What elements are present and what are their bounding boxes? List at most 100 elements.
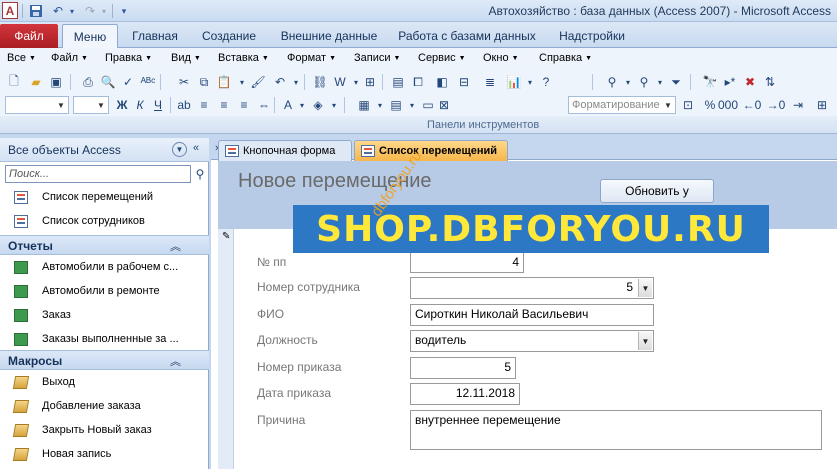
collapse-group-icon[interactable]: ︽ [170,353,181,369]
chevron-down-icon[interactable]: ▼ [638,279,652,297]
tab-file[interactable]: Файл [0,24,58,48]
underline-icon[interactable]: Ч [150,97,166,113]
align-right-icon[interactable]: ≡ [236,97,252,113]
menu-view[interactable]: Вид ▼ [171,52,201,64]
copy-icon[interactable]: ⧉ [196,74,212,90]
nav-item-macro[interactable]: Закрыть Новый заказ [0,419,209,443]
thousands-icon[interactable]: 000 [718,97,738,113]
nav-group-macros[interactable]: Макросы ︽ [0,350,209,370]
doc-tab-transfers[interactable]: Список перемещений [354,140,508,161]
order-date-field[interactable]: 12.11.2018 [410,383,520,405]
italic-icon[interactable]: К [132,97,148,113]
nav-item-report[interactable]: Автомобили в ремонте [0,280,209,304]
print-preview-icon[interactable]: 🔍 [100,74,116,90]
code-icon[interactable]: ⊟ [456,74,472,90]
object-combo[interactable]: ▼ [5,96,69,114]
hyperlink-icon[interactable]: ⛓ [312,74,328,90]
menu-file[interactable]: Файл ▼ [51,52,88,64]
new-file-icon[interactable]: 🗋 [6,74,22,90]
fill-color-dropdown-icon[interactable]: ▾ [326,97,342,113]
nav-item-form[interactable]: Список сотрудников [0,210,209,234]
tab-external-data[interactable]: Внешние данные [274,24,384,48]
print-icon[interactable]: ⎙ [80,74,96,90]
nav-pane-menu-icon[interactable]: ▼ [172,142,187,157]
nav-item-report[interactable]: Заказы выполненные за ... [0,328,209,352]
nav-item-report[interactable]: Заказ [0,304,209,328]
filter-dropdown-icon[interactable]: ▾ [620,74,636,90]
filter-by-form-icon[interactable]: ⚲ [636,74,652,90]
indent-icon[interactable]: ⇥ [790,97,806,113]
spelling-icon[interactable]: ✓ [120,74,136,90]
analyze-icon[interactable]: ⊞ [362,74,378,90]
delete-record-icon[interactable]: ✖ [742,74,758,90]
tab-addins[interactable]: Надстройки [552,24,632,48]
menu-edit[interactable]: Правка ▼ [105,52,152,64]
menu-help[interactable]: Справка ▼ [539,52,592,64]
spelling-abc-icon[interactable]: ᴬᴮᶜ [140,74,156,90]
borders-icon[interactable]: ▦ [356,97,372,113]
menu-format[interactable]: Формат ▼ [287,52,336,64]
tab-database-tools[interactable]: Работа с базами данных [394,24,540,48]
employee-no-combo[interactable]: 5 ▼ [410,277,654,299]
search-icon[interactable]: ⚲ [193,166,207,182]
nav-pane-header[interactable]: Все объекты Access ▼ « [0,138,209,162]
percent-icon[interactable]: % [702,97,718,113]
outdent-icon[interactable]: ⊞ [814,97,830,113]
save-icon[interactable] [28,3,44,19]
chart-icon[interactable]: 📊 [506,74,522,90]
tab-create[interactable]: Создание [194,24,264,48]
nav-item-macro[interactable]: Добавление заказа [0,395,209,419]
fio-field[interactable]: Сироткин Николай Васильевич [410,304,654,326]
formatting-combo[interactable]: Форматирование ▼ [568,96,676,114]
save-icon[interactable]: ▣ [48,74,64,90]
collapse-group-icon[interactable]: ︽ [170,238,181,254]
filter-form-dropdown-icon[interactable]: ▾ [652,74,668,90]
cut-icon[interactable]: ✂ [176,74,192,90]
chart-dropdown-icon[interactable]: ▾ [522,74,538,90]
gridlines-icon[interactable]: ▤ [388,97,404,113]
paste-dropdown-icon[interactable]: ▾ [234,74,250,90]
relationships-icon[interactable]: ⧠ [410,74,426,90]
text-direction-icon[interactable]: ⇔ [256,97,272,113]
tab-menu[interactable]: Меню [62,24,118,48]
redo-dropdown-icon[interactable]: ▾ [96,3,112,19]
increase-decimal-icon[interactable]: ←0 [743,97,762,113]
borders-dropdown-icon[interactable]: ▾ [372,97,388,113]
new-record-icon[interactable]: ▸* [722,74,738,90]
record-selector[interactable]: ✎ [218,229,234,469]
nav-item-form[interactable]: Список перемещений [0,186,209,210]
menu-insert[interactable]: Вставка ▼ [218,52,269,64]
special-effect-icon[interactable]: ▭ [420,97,436,113]
menu-tools[interactable]: Сервис ▼ [418,52,466,64]
decrease-decimal-icon[interactable]: →0 [767,97,786,113]
undo-dropdown-icon[interactable]: ▾ [64,3,80,19]
filter-by-selection-icon[interactable]: ⚲ [604,74,620,90]
undo-icon[interactable]: ↶ [272,74,288,90]
nav-item-report[interactable]: Автомобили в рабочем с... [0,256,209,280]
nav-search-input[interactable]: Поиск... [5,165,191,183]
refresh-button[interactable]: Обновить у [600,179,714,203]
doc-tab-switchboard[interactable]: Кнопочная форма [218,140,352,161]
align-center-icon[interactable]: ≡ [216,97,232,113]
script-icon[interactable]: ≣ [482,74,498,90]
chevron-down-icon[interactable]: ▼ [638,332,652,350]
paste-icon[interactable]: 📋 [216,74,232,90]
properties-icon[interactable]: ▤ [390,74,406,90]
nav-item-macro[interactable]: Выход [0,371,209,395]
open-folder-icon[interactable]: ▰ [28,74,44,90]
nav-group-reports[interactable]: Отчеты ︽ [0,235,209,255]
number-format-icon[interactable]: ⊡ [680,97,696,113]
position-combo[interactable]: водитель ▼ [410,330,654,352]
bold-icon[interactable]: Ж [114,97,130,113]
access-logo-icon[interactable]: A [2,2,18,19]
help-icon[interactable]: ? [538,74,554,90]
apply-filter-icon[interactable]: ⏷ [668,74,684,90]
find-icon[interactable]: 🔭 [702,74,718,90]
tab-home[interactable]: Главная [126,24,184,48]
nav-item-macro[interactable]: Новая запись [0,443,209,467]
menu-all[interactable]: Все ▼ [7,52,36,64]
conditional-format-icon[interactable]: ⊠ [436,97,452,113]
fill-color-icon[interactable]: ◈ [310,97,326,113]
font-color-dropdown-icon[interactable]: ▾ [294,97,310,113]
reason-field[interactable]: внутреннее перемещение [410,410,822,450]
